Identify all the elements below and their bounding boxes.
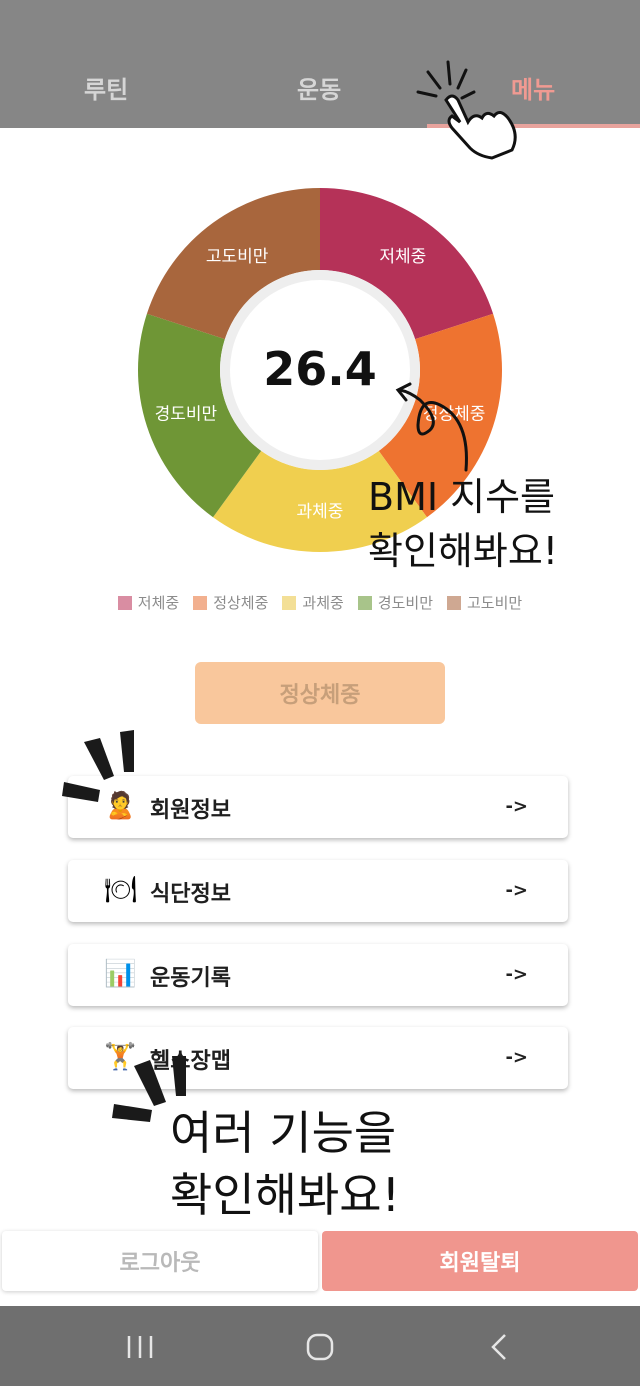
donut-slice-label: 과체중 [297, 502, 344, 522]
donut-slice-label: 정상체중 [423, 405, 486, 425]
top-tab-bar: 루틴 운동 메뉴 [0, 0, 640, 128]
bmi-hint-annotation: BMI 지수를 확인해봐요! [368, 475, 559, 573]
tab-menu[interactable]: 메뉴 [511, 70, 555, 105]
active-tab-indicator [427, 124, 640, 128]
arrow-icon: -> [505, 1047, 528, 1068]
tab-routine[interactable]: 루틴 [84, 70, 128, 105]
legend-item-underweight: 저체중 [117, 592, 180, 613]
logout-button[interactable]: 로그아웃 [2, 1231, 318, 1291]
system-nav-bar [0, 1306, 640, 1386]
donut-slice-label: 경도비만 [155, 405, 218, 425]
menu-item-member-info[interactable]: 🙎 회원정보 -> [68, 776, 568, 838]
menu-item-label: 회원정보 [150, 798, 231, 823]
donut-slice-label: 고도비만 [206, 247, 269, 267]
menu-item-label: 운동기록 [150, 966, 231, 991]
menu-item-exercise-log[interactable]: 📊 운동기록 -> [68, 944, 568, 1006]
weightlifter-icon: 🏋 [104, 1042, 137, 1072]
plate-icon: 🍽 [104, 875, 138, 905]
legend-swatch [117, 595, 132, 610]
menu-item-label: 식단정보 [150, 882, 231, 907]
legend-item-severe-obesity: 고도비만 [447, 592, 522, 613]
tab-exercise[interactable]: 운동 [297, 70, 341, 105]
legend-swatch [282, 595, 297, 610]
legend-item-mild-obesity: 경도비만 [357, 592, 433, 613]
legend-label: 저체중 [137, 594, 180, 612]
legend-label: 정상체중 [213, 594, 269, 612]
donut-slice-label: 저체중 [379, 247, 426, 267]
bmi-value: 26.4 [263, 342, 377, 396]
bar-chart-icon: 📊 [104, 959, 137, 989]
legend-item-normal: 정상체중 [193, 592, 268, 613]
back-icon[interactable] [491, 1334, 506, 1360]
menu-hint-annotation: 여러 기능을 확인해봐요! [170, 1106, 401, 1222]
menu-item-label: 헬스장맵 [150, 1049, 231, 1074]
legend-label: 고도비만 [467, 594, 523, 612]
withdraw-button[interactable]: 회원탈퇴 [322, 1231, 638, 1291]
bmi-status-button[interactable]: 정상체중 [195, 662, 445, 724]
home-icon[interactable] [306, 1333, 334, 1361]
system-nav-icons [127, 1333, 506, 1361]
arrow-icon: -> [505, 880, 528, 901]
legend-label: 과체중 [302, 594, 344, 612]
chart-legend: 저체중 정상체중 과체중 경도비만 고도비만 [0, 592, 640, 613]
legend-swatch [357, 595, 372, 610]
menu-item-diet-info[interactable]: 🍽 식단정보 -> [68, 860, 568, 922]
person-icon: 🙎 [104, 791, 137, 821]
arrow-icon: -> [505, 796, 528, 817]
recent-apps-icon[interactable] [127, 1336, 153, 1358]
legend-label: 경도비만 [377, 594, 433, 612]
legend-swatch [193, 595, 208, 610]
menu-item-gym-map[interactable]: 🏋 헬스장맵 -> [68, 1027, 568, 1089]
legend-swatch [447, 595, 461, 610]
arrow-icon: -> [505, 964, 528, 985]
legend-item-overweight: 과체중 [282, 592, 344, 613]
